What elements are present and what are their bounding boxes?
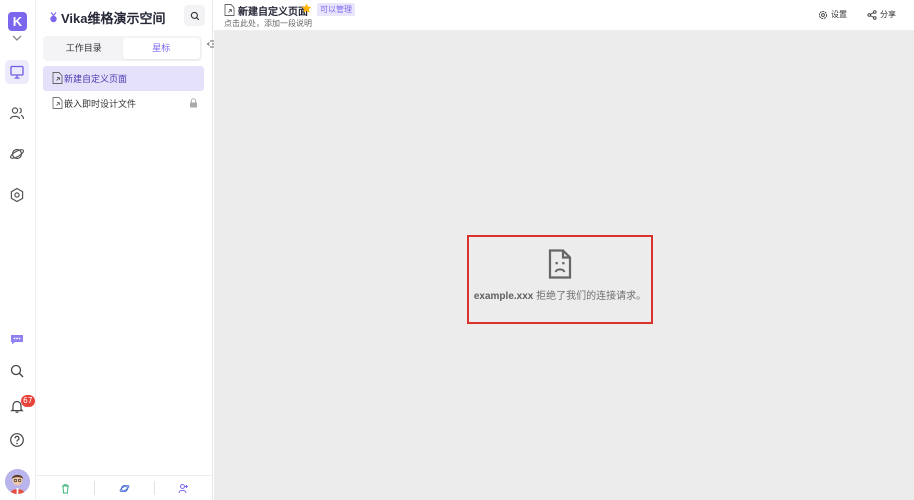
page-header: 新建自定义页面 可以管理 点击此处，添加一段说明 设置 分享 bbox=[214, 0, 914, 31]
add-user-icon bbox=[178, 483, 189, 493]
help-button[interactable] bbox=[5, 428, 29, 452]
custom-page-icon bbox=[224, 4, 235, 16]
connection-error-message: example.xxx 拒绝了我们的连接请求。 bbox=[474, 287, 646, 302]
star-icon[interactable] bbox=[301, 3, 312, 14]
embed-content-area: example.xxx 拒绝了我们的连接请求。 bbox=[214, 31, 914, 500]
share-icon bbox=[867, 9, 877, 20]
error-text: 拒绝了我们的连接请求。 bbox=[533, 291, 647, 302]
catalog-sidebar: Vika维格演示空间 工作目录 星标 新建自定义页面 嵌入即时设计文件 bbox=[36, 0, 217, 500]
global-search-button[interactable] bbox=[5, 359, 29, 383]
sidebar-search-button[interactable] bbox=[184, 5, 205, 26]
explore-button[interactable] bbox=[5, 142, 29, 166]
people-icon bbox=[9, 107, 25, 120]
page-description[interactable]: 点击此处，添加一段说明 bbox=[224, 18, 312, 29]
chat-bubble-icon bbox=[11, 335, 23, 345]
settings-button[interactable]: 设置 bbox=[818, 9, 847, 20]
space-title[interactable]: Vika维格演示空间 bbox=[48, 8, 166, 27]
share-button[interactable]: 分享 bbox=[867, 9, 896, 20]
trash-button[interactable] bbox=[36, 481, 94, 495]
page-title[interactable]: 新建自定义页面 bbox=[238, 3, 308, 18]
admin-button[interactable] bbox=[5, 183, 29, 207]
space-name: Vika维格演示空间 bbox=[61, 11, 166, 26]
sad-document-icon bbox=[548, 249, 572, 279]
tree-node-label: 新建自定义页面 bbox=[64, 74, 128, 84]
app-rail: K 67 bbox=[0, 0, 36, 500]
chevron-down-icon[interactable] bbox=[11, 33, 23, 43]
sidebar-tabs: 工作目录 星标 bbox=[43, 36, 202, 61]
workbench-button[interactable] bbox=[5, 60, 29, 84]
tab-starred[interactable]: 星标 bbox=[122, 38, 200, 59]
lock-icon bbox=[190, 98, 197, 108]
chat-assistant-button[interactable] bbox=[5, 327, 29, 351]
custom-page-icon bbox=[52, 97, 63, 109]
custom-page-icon bbox=[52, 72, 63, 84]
share-label: 分享 bbox=[880, 10, 896, 19]
tree-node-embedded-design[interactable]: 嵌入即时设计文件 bbox=[43, 91, 204, 116]
template-center-button[interactable] bbox=[94, 481, 153, 495]
tree-node-custom-page[interactable]: 新建自定义页面 bbox=[43, 66, 204, 91]
sidebar-footer bbox=[36, 475, 213, 500]
medal-icon bbox=[50, 12, 57, 23]
vika-logo[interactable]: K bbox=[8, 12, 27, 31]
hexagon-gear-icon bbox=[10, 187, 24, 203]
connection-error-panel: example.xxx 拒绝了我们的连接请求。 bbox=[467, 235, 653, 324]
invite-member-button[interactable] bbox=[153, 481, 213, 495]
user-avatar[interactable] bbox=[5, 469, 30, 494]
search-icon bbox=[10, 364, 24, 378]
monitor-icon bbox=[10, 65, 24, 79]
help-circle-icon bbox=[10, 433, 24, 447]
permission-badge: 可以管理 bbox=[317, 3, 355, 16]
avatar-illustration-icon bbox=[5, 469, 30, 494]
contacts-button[interactable] bbox=[5, 101, 29, 125]
planet-icon bbox=[119, 484, 130, 492]
tree-node-label: 嵌入即时设计文件 bbox=[64, 99, 137, 109]
trash-icon bbox=[61, 483, 69, 493]
tab-workspace[interactable]: 工作目录 bbox=[45, 38, 123, 59]
notification-count-badge: 67 bbox=[21, 395, 35, 407]
error-host: example.xxx bbox=[473, 291, 534, 302]
planet-icon bbox=[9, 148, 25, 160]
gear-icon bbox=[818, 10, 828, 19]
settings-label: 设置 bbox=[831, 10, 847, 19]
search-icon bbox=[190, 11, 199, 20]
